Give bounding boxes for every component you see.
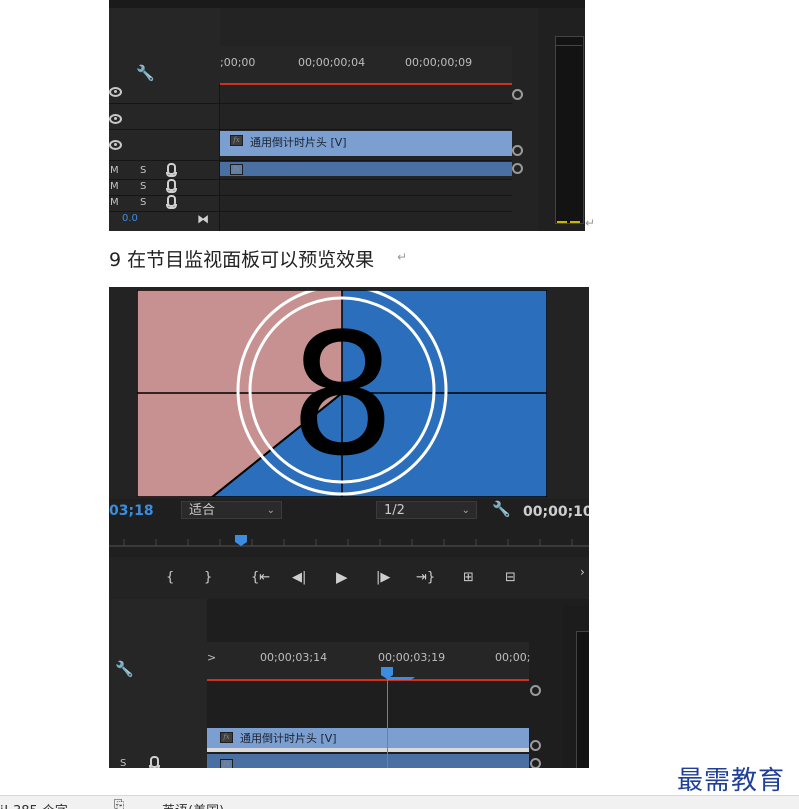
fx-badge: fx — [230, 135, 243, 146]
mute-button[interactable]: M — [110, 165, 119, 176]
resolution-dropdown-label: 1/2 — [384, 503, 405, 518]
ruler-timecode-0: > — [207, 651, 217, 664]
fx-badge: fx — [220, 759, 233, 768]
audio-meter — [576, 631, 589, 768]
toggle-track-output-icon[interactable] — [109, 87, 122, 97]
vertical-zoom-handle[interactable] — [512, 145, 523, 156]
vertical-zoom-handle[interactable] — [512, 89, 523, 100]
microphone-icon[interactable] — [166, 179, 177, 193]
go-to-in-icon[interactable]: {⇤ — [251, 570, 270, 585]
microphone-icon[interactable] — [166, 163, 177, 177]
paragraph-mark-icon: ↵ — [397, 250, 408, 264]
program-monitor-view: 8 — [137, 290, 547, 497]
program-monitor-screenshot: 8 03;18 适合 ⌄ 1/2 ⌄ 🔧 00;00;10 { } {⇤ ◀| … — [109, 287, 589, 768]
audio-clip[interactable] — [220, 162, 512, 176]
microphone-icon[interactable] — [166, 195, 177, 209]
go-to-out-icon[interactable]: ⇥} — [416, 570, 435, 585]
step-forward-icon[interactable]: |▶ — [376, 570, 390, 585]
lift-icon[interactable]: ⊞ — [463, 570, 474, 585]
time-ruler[interactable] — [207, 642, 529, 680]
playhead-line[interactable] — [387, 670, 388, 768]
paragraph-mark-icon: ↵ — [585, 216, 596, 230]
master-volume-value[interactable]: 0.0 — [122, 213, 138, 224]
playhead-timecode[interactable]: 03;18 — [109, 503, 154, 519]
fx-badge: fx — [230, 164, 243, 175]
ruler-timecode-3: 00;00; — [495, 651, 531, 664]
solo-button[interactable]: S — [120, 758, 126, 768]
vertical-zoom-handle[interactable] — [512, 163, 523, 174]
word-status-bar: i! 385 个字 ⎘ 英语(美国) — [0, 795, 799, 809]
mark-in-icon[interactable]: { — [166, 570, 174, 585]
vertical-zoom-handle[interactable] — [530, 758, 541, 768]
audio-clip[interactable] — [207, 754, 529, 768]
solo-button[interactable]: S — [140, 165, 146, 176]
watermark: 最需教育 — [677, 766, 786, 796]
proofing-icon[interactable]: ⎘ — [114, 798, 124, 809]
ruler-timecode-2: 00;00;03;19 — [378, 651, 446, 664]
caption-text: 9 在节目监视面板可以预览效果 — [109, 249, 375, 271]
ruler-timecode-1: 00;00;00;04 — [298, 56, 366, 69]
ruler-timecode-1: 00;00;03;14 — [260, 651, 328, 664]
toggle-track-output-icon[interactable] — [109, 114, 122, 124]
mute-button[interactable]: M — [110, 181, 119, 192]
toggle-track-output-icon[interactable] — [109, 140, 122, 150]
vertical-zoom-handle[interactable] — [530, 740, 541, 751]
timeline-screenshot-top: 🔧 ;00;00 00;00;00;04 00;00;00;09 M S M S… — [109, 0, 585, 231]
countdown-number: 8 — [289, 297, 396, 493]
duration-timecode: 00;00;10 — [523, 504, 589, 520]
transport-controls — [109, 557, 589, 599]
track-header-area — [109, 8, 220, 231]
fx-badge: fx — [220, 732, 233, 743]
vertical-zoom-handle[interactable] — [530, 685, 541, 696]
solo-button[interactable]: S — [140, 181, 146, 192]
mark-out-icon[interactable]: } — [204, 570, 212, 585]
clip-label: 通用倒计时片头 [V] — [250, 136, 347, 149]
ruler-timecode-0: ;00;00 — [220, 56, 256, 69]
play-icon[interactable]: ▶ — [336, 568, 348, 586]
audio-meter — [555, 36, 584, 224]
wrench-icon[interactable]: 🔧 — [492, 500, 511, 518]
chevron-down-icon: ⌄ — [266, 505, 275, 516]
fit-dropdown-label: 适合 — [189, 503, 216, 518]
clip-label: 通用倒计时片头 [V] — [240, 732, 337, 745]
bowtie-icon[interactable]: ⧓ — [197, 212, 209, 226]
fit-dropdown[interactable]: 适合 ⌄ — [181, 501, 282, 519]
work-area-bar[interactable] — [207, 679, 529, 681]
scrub-ticks — [109, 535, 589, 547]
step-back-icon[interactable]: ◀| — [292, 570, 306, 585]
chevron-down-icon: ⌄ — [461, 505, 470, 516]
mute-button[interactable]: M — [110, 197, 119, 208]
wrench-icon[interactable]: 🔧 — [136, 64, 155, 82]
solo-button[interactable]: S — [140, 197, 146, 208]
panel-top-strip — [109, 0, 585, 8]
work-area-bar[interactable] — [220, 83, 512, 85]
microphone-icon[interactable] — [149, 756, 160, 768]
ruler-timecode-2: 00;00;00;09 — [405, 56, 473, 69]
wrench-icon[interactable]: 🔧 — [115, 660, 134, 678]
resolution-dropdown[interactable]: 1/2 ⌄ — [376, 501, 477, 519]
track-header-area — [109, 599, 207, 768]
extract-icon[interactable]: ⊟ — [505, 570, 516, 585]
playhead-marker-icon[interactable] — [381, 667, 417, 681]
more-controls-icon[interactable]: › — [580, 565, 585, 579]
